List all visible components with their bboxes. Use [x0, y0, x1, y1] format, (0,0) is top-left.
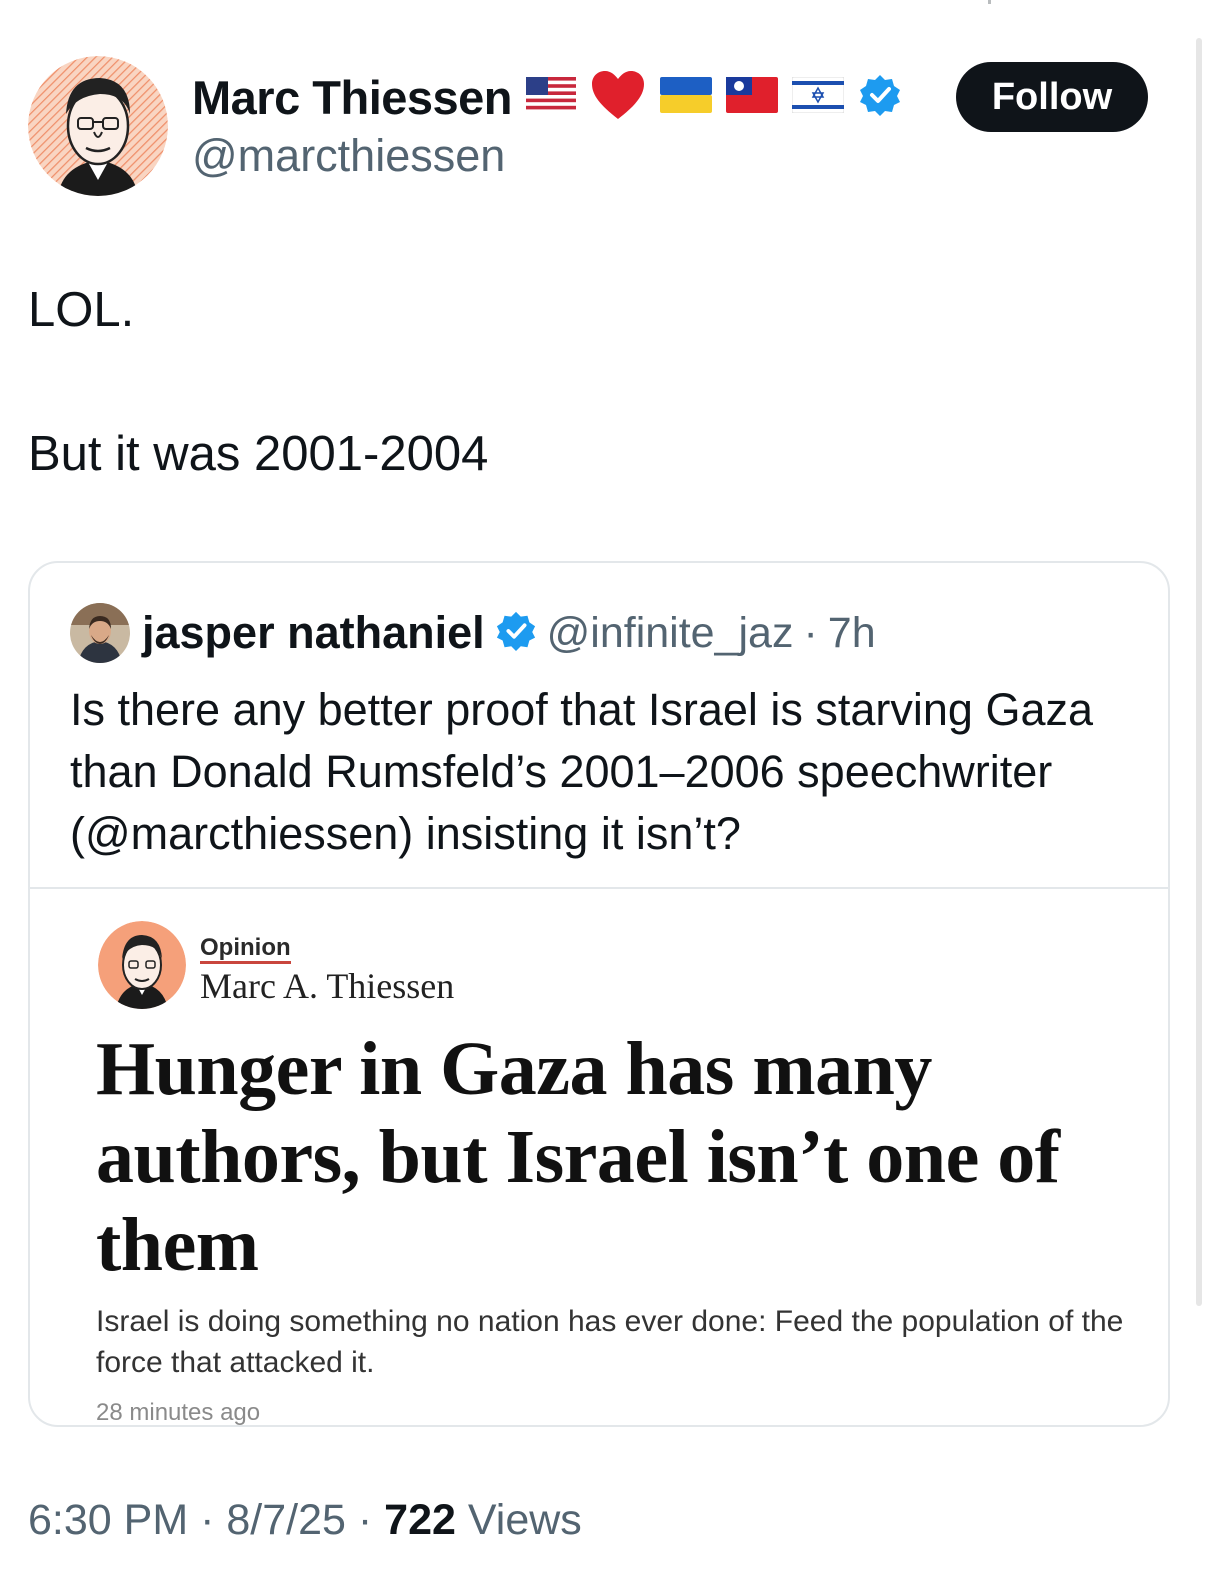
- quoted-tweet-text: Is there any better proof that Israel is…: [70, 684, 1094, 859]
- scrollbar[interactable]: [1196, 38, 1202, 1306]
- taiwan-flag-icon: [726, 76, 779, 118]
- quoted-header: jasper nathaniel @infinite_jaz · 7h: [142, 601, 876, 665]
- author-display-name[interactable]: Marc Thiessen: [192, 70, 513, 125]
- quoted-handle[interactable]: @infinite_jaz: [547, 609, 794, 658]
- us-flag-icon: [526, 76, 577, 118]
- verified-badge-icon: [858, 73, 902, 122]
- quoted-display-name[interactable]: jasper nathaniel: [142, 607, 485, 659]
- article-author-avatar: [98, 921, 186, 1009]
- tweet-text-line: LOL.: [28, 283, 135, 337]
- quoted-tweet-card[interactable]: jasper nathaniel @infinite_jaz · 7h Is t…: [28, 561, 1170, 1427]
- dot-separator: ·: [200, 1496, 215, 1544]
- red-heart-icon: [590, 69, 646, 126]
- dot-separator: ·: [357, 1496, 373, 1544]
- dot-separator: ·: [803, 608, 818, 657]
- author-handle[interactable]: @marcthiessen: [192, 130, 505, 182]
- israel-flag-icon: [791, 76, 845, 118]
- views-label: Views: [467, 1496, 582, 1544]
- quoted-author-avatar[interactable]: [70, 603, 130, 663]
- verified-badge-icon: [495, 610, 537, 657]
- author-avatar[interactable]: [28, 56, 168, 196]
- tweet-date[interactable]: 8/7/25: [226, 1496, 346, 1544]
- article-headline: Hunger in Gaza has many authors, but Isr…: [96, 1027, 1060, 1287]
- article-section-label: Opinion: [200, 935, 291, 964]
- article-timestamp: 28 minutes ago: [96, 1399, 261, 1426]
- article-summary: Israel is doing something no nation has …: [96, 1305, 1124, 1379]
- follow-button[interactable]: Follow: [956, 62, 1148, 132]
- article-author: Marc A. Thiessen: [200, 966, 455, 1006]
- tweet-time[interactable]: 6:30 PM: [28, 1496, 188, 1544]
- tweet-text-line: But it was 2001-2004: [28, 427, 489, 481]
- tweet-meta: 6:30 PM · 8/7/25 · 722 Views: [28, 1496, 582, 1545]
- views-count: 722: [384, 1496, 456, 1544]
- status-bar-fragment: [988, 0, 991, 4]
- divider: [30, 887, 1168, 889]
- quoted-time[interactable]: 7h: [828, 609, 876, 658]
- author-name-row: Marc Thiessen: [192, 66, 902, 128]
- ukraine-flag-icon: [660, 76, 713, 118]
